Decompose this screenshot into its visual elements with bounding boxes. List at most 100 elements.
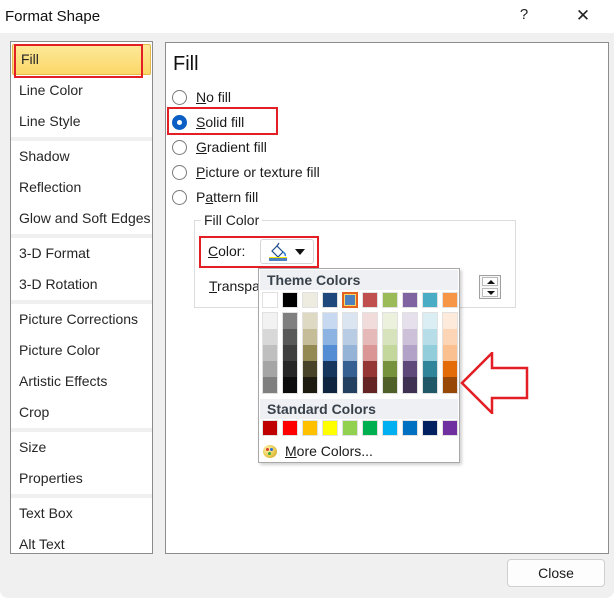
shade-swatch[interactable]	[283, 345, 297, 361]
sidebar-item-fill[interactable]: Fill	[12, 44, 151, 78]
help-button[interactable]: ?	[514, 6, 534, 28]
shade-swatch[interactable]	[343, 361, 357, 377]
shade-swatch[interactable]	[303, 313, 317, 329]
more-colors-item[interactable]: More Colors...	[263, 442, 373, 460]
standard-color-swatch[interactable]	[342, 420, 358, 436]
standard-color-swatch[interactable]	[402, 420, 418, 436]
radio-checked-icon[interactable]	[172, 114, 187, 130]
radio-unchecked-icon[interactable]	[172, 139, 187, 155]
shade-swatch[interactable]	[323, 361, 337, 377]
shade-swatch[interactable]	[263, 329, 277, 345]
radio-no-fill[interactable]: No fill	[172, 86, 231, 108]
shade-swatch[interactable]	[423, 329, 437, 345]
standard-color-swatch[interactable]	[442, 420, 458, 436]
shade-swatch[interactable]	[303, 361, 317, 377]
standard-color-swatch[interactable]	[422, 420, 438, 436]
sidebar-item-picture-corrections[interactable]: Picture Corrections	[11, 304, 152, 335]
sidebar-item-glow-and-soft-edges[interactable]: Glow and Soft Edges	[11, 203, 152, 234]
shade-swatch[interactable]	[323, 329, 337, 345]
sidebar-item-properties[interactable]: Properties	[11, 463, 152, 494]
shade-swatch[interactable]	[443, 345, 457, 361]
shade-swatch[interactable]	[423, 361, 437, 377]
theme-color-swatch[interactable]	[382, 292, 398, 308]
standard-color-swatch[interactable]	[302, 420, 318, 436]
theme-color-swatch[interactable]	[362, 292, 378, 308]
theme-color-swatch[interactable]	[322, 292, 338, 308]
sidebar-item-text-box[interactable]: Text Box	[11, 498, 152, 529]
radio-unchecked-icon[interactable]	[172, 189, 187, 205]
sidebar-item-artistic-effects[interactable]: Artistic Effects	[11, 366, 152, 397]
shade-swatch[interactable]	[403, 329, 417, 345]
shade-swatch[interactable]	[303, 345, 317, 361]
shade-swatch[interactable]	[363, 361, 377, 377]
sidebar-item-line-color[interactable]: Line Color	[11, 75, 152, 106]
sidebar-item-picture-color[interactable]: Picture Color	[11, 335, 152, 366]
theme-color-swatch[interactable]	[442, 292, 458, 308]
sidebar-item-3-d-format[interactable]: 3-D Format	[11, 238, 152, 269]
shade-swatch[interactable]	[383, 377, 397, 393]
shade-swatch[interactable]	[383, 345, 397, 361]
shade-swatch[interactable]	[323, 345, 337, 361]
shade-swatch[interactable]	[263, 345, 277, 361]
shade-swatch[interactable]	[403, 361, 417, 377]
close-button[interactable]: Close	[507, 559, 605, 587]
shade-swatch[interactable]	[343, 313, 357, 329]
shade-swatch[interactable]	[263, 377, 277, 393]
shade-swatch[interactable]	[283, 329, 297, 345]
shade-swatch[interactable]	[403, 345, 417, 361]
shade-swatch[interactable]	[303, 377, 317, 393]
shade-swatch[interactable]	[403, 313, 417, 329]
sidebar-item-size[interactable]: Size	[11, 432, 152, 463]
shade-swatch[interactable]	[443, 313, 457, 329]
shade-swatch[interactable]	[323, 377, 337, 393]
shade-swatch[interactable]	[443, 329, 457, 345]
sidebar-item-reflection[interactable]: Reflection	[11, 172, 152, 203]
standard-color-swatch[interactable]	[262, 420, 278, 436]
theme-color-swatch[interactable]	[282, 292, 298, 308]
sidebar-item-shadow[interactable]: Shadow	[11, 141, 152, 172]
theme-color-swatch[interactable]	[402, 292, 418, 308]
theme-color-swatch[interactable]	[342, 292, 358, 308]
shade-swatch[interactable]	[263, 361, 277, 377]
sidebar-item-3-d-rotation[interactable]: 3-D Rotation	[11, 269, 152, 300]
sidebar-item-crop[interactable]: Crop	[11, 397, 152, 428]
theme-color-swatch[interactable]	[422, 292, 438, 308]
shade-swatch[interactable]	[363, 345, 377, 361]
shade-swatch[interactable]	[363, 313, 377, 329]
close-icon[interactable]: ✕	[572, 6, 594, 28]
shade-swatch[interactable]	[283, 313, 297, 329]
shade-swatch[interactable]	[343, 377, 357, 393]
sidebar-item-alt-text[interactable]: Alt Text	[11, 529, 152, 560]
shade-swatch[interactable]	[443, 377, 457, 393]
shade-swatch[interactable]	[323, 313, 337, 329]
standard-color-swatch[interactable]	[382, 420, 398, 436]
shade-swatch[interactable]	[363, 377, 377, 393]
spin-up-button[interactable]	[482, 277, 498, 286]
shade-swatch[interactable]	[423, 313, 437, 329]
shade-swatch[interactable]	[423, 345, 437, 361]
spin-down-button[interactable]	[482, 288, 498, 297]
radio-unchecked-icon[interactable]	[172, 89, 187, 105]
shade-swatch[interactable]	[283, 361, 297, 377]
shade-swatch[interactable]	[283, 377, 297, 393]
shade-swatch[interactable]	[423, 377, 437, 393]
sidebar-item-line-style[interactable]: Line Style	[11, 106, 152, 137]
radio-picture-or-texture-fill[interactable]: Picture or texture fill	[172, 161, 320, 183]
radio-pattern-fill[interactable]: Pattern fill	[172, 186, 258, 208]
shade-swatch[interactable]	[383, 329, 397, 345]
color-dropdown-button[interactable]	[260, 239, 314, 264]
theme-color-swatch[interactable]	[262, 292, 278, 308]
shade-swatch[interactable]	[343, 345, 357, 361]
theme-color-swatch[interactable]	[302, 292, 318, 308]
radio-gradient-fill[interactable]: Gradient fill	[172, 136, 267, 158]
standard-color-swatch[interactable]	[322, 420, 338, 436]
standard-color-swatch[interactable]	[362, 420, 378, 436]
shade-swatch[interactable]	[363, 329, 377, 345]
shade-swatch[interactable]	[263, 313, 277, 329]
shade-swatch[interactable]	[383, 361, 397, 377]
shade-swatch[interactable]	[383, 313, 397, 329]
shade-swatch[interactable]	[343, 329, 357, 345]
radio-solid-fill[interactable]: Solid fill	[167, 107, 278, 135]
standard-color-swatch[interactable]	[282, 420, 298, 436]
shade-swatch[interactable]	[443, 361, 457, 377]
